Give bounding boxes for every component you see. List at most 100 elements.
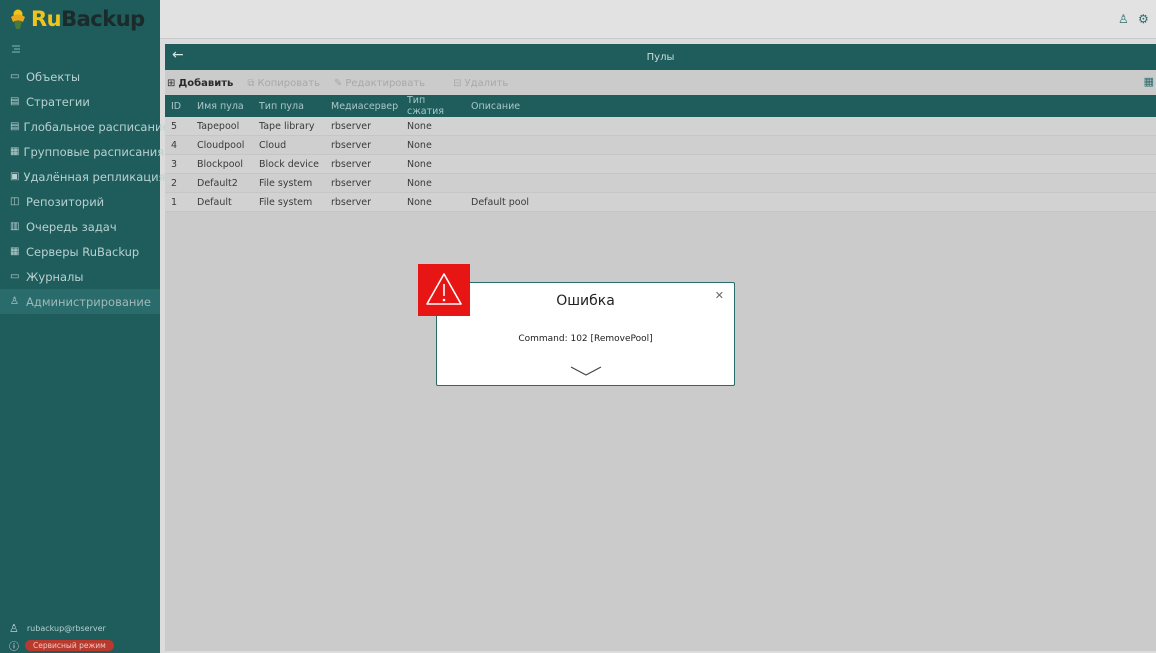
- panel-title: Пулы: [646, 51, 675, 63]
- sidebar-item-label: Глобальное расписание: [23, 119, 170, 134]
- sidebar-item-label: Удалённая репликация: [23, 169, 166, 184]
- sidebar-item-group-schedules[interactable]: ▦ Групповые расписания: [0, 139, 164, 164]
- edit-button[interactable]: ✎ Редактировать: [334, 78, 425, 89]
- cell-description: Default pool: [465, 192, 1156, 212]
- sidebar-item-administration[interactable]: ♙ Администрирование: [0, 289, 160, 314]
- sidebar-item-servers[interactable]: ▦ Серверы RuBackup: [0, 239, 160, 264]
- table-row[interactable]: 5 Tapepool Tape library rbserver None: [165, 117, 1156, 136]
- logo-backup-text: Backup: [61, 7, 145, 31]
- queue-icon: ▥: [10, 221, 20, 232]
- column-header-compression[interactable]: Тип сжатия: [401, 95, 465, 117]
- table-row[interactable]: 2 Default2 File system rbserver None: [165, 173, 1156, 193]
- service-mode-badge: Сервисный режим: [25, 640, 114, 651]
- sidebar-item-remote-replication[interactable]: ▣ Удалённая репликация: [0, 164, 165, 189]
- cell-description: [465, 173, 1156, 193]
- back-arrow-icon[interactable]: ←: [172, 47, 184, 63]
- cell-pool-name: Blockpool: [191, 154, 253, 174]
- cell-id: 3: [165, 154, 191, 174]
- add-icon: ⊞: [167, 77, 176, 89]
- edit-icon: ✎: [333, 77, 343, 89]
- cell-description: [465, 135, 1156, 155]
- user-profile-icon[interactable]: ♙: [1118, 12, 1129, 26]
- cell-id: 2: [165, 173, 191, 193]
- column-header-id[interactable]: ID: [165, 95, 191, 117]
- dialog-message: Command: 102 [RemovePool]: [518, 334, 653, 344]
- cell-pool-type: File system: [253, 173, 325, 193]
- repository-icon: ◫: [10, 196, 20, 207]
- settings-gear-icon[interactable]: ⚙: [1138, 12, 1149, 26]
- app-logo-text: RuBackup: [31, 7, 145, 31]
- admin-icon: ♙: [10, 296, 19, 307]
- delete-button[interactable]: ⊟ Удалить: [453, 78, 508, 89]
- chevron-down-icon[interactable]: [569, 363, 603, 377]
- rubackup-logo-icon: [8, 8, 28, 30]
- current-user: ♙ rubackup@rbserver: [9, 622, 106, 635]
- cell-pool-name: Tapepool: [191, 117, 253, 136]
- sidebar-item-global-schedule[interactable]: ▤ Глобальное расписание: [0, 114, 170, 139]
- cell-compression: None: [401, 117, 465, 136]
- sidebar-item-repository[interactable]: ◫ Репозиторий: [0, 189, 160, 214]
- copy-icon: ⧉: [247, 77, 255, 89]
- cell-description: [465, 117, 1156, 136]
- panel-header: ← Пулы: [165, 44, 1156, 70]
- cell-media-server: rbserver: [325, 154, 401, 174]
- delete-icon: ⊟: [453, 77, 462, 89]
- collapse-menu-icon[interactable]: [10, 43, 24, 57]
- cell-id: 1: [165, 192, 191, 212]
- user-icon: ♙: [9, 622, 19, 635]
- cell-pool-type: Block device: [253, 154, 325, 174]
- column-header-description[interactable]: Описание: [465, 95, 1156, 117]
- monitor-icon: ▭: [10, 71, 20, 82]
- cell-pool-name: Cloudpool: [191, 135, 253, 155]
- cell-pool-type: Cloud: [253, 135, 325, 155]
- cell-media-server: rbserver: [325, 117, 401, 136]
- cell-id: 5: [165, 117, 191, 136]
- sidebar-item-objects[interactable]: ▭ Объекты: [0, 64, 160, 89]
- copy-button[interactable]: ⧉ Копировать: [247, 78, 320, 89]
- sidebar-item-label: Серверы RuBackup: [26, 244, 140, 259]
- sidebar-item-label: Очередь задач: [26, 219, 117, 234]
- server-icon: ▦: [10, 246, 20, 257]
- top-bar: ♙ ⚙: [160, 0, 1156, 39]
- replication-icon: ▣: [10, 171, 20, 182]
- cell-pool-name: Default: [191, 192, 253, 212]
- cell-compression: None: [401, 154, 465, 174]
- pools-table: ID Имя пула Тип пула Медиасервер Тип сжа…: [165, 95, 1156, 212]
- service-mode-indicator: ⓘ Сервисный режим: [9, 638, 114, 653]
- cell-media-server: rbserver: [325, 173, 401, 193]
- edit-button-label: Редактировать: [345, 77, 426, 89]
- sidebar-item-strategies[interactable]: ▤ Стратегии: [0, 89, 160, 114]
- info-circle-icon: ⓘ: [9, 642, 19, 653]
- close-icon[interactable]: ✕: [715, 289, 724, 302]
- table-row[interactable]: 1 Default File system rbserver None Defa…: [165, 192, 1156, 212]
- sidebar-item-logs[interactable]: ▭ Журналы: [0, 264, 160, 289]
- column-header-pool-name[interactable]: Имя пула: [191, 95, 253, 117]
- sidebar-item-task-queue[interactable]: ▥ Очередь задач: [0, 214, 160, 239]
- sidebar: RuBackup ▭ Объекты ▤ Стратегии ▤ Глобальное…: [0, 0, 170, 653]
- column-settings-icon[interactable]: ▦: [1144, 75, 1154, 88]
- app-logo[interactable]: RuBackup: [8, 7, 153, 31]
- calendar-group-icon: ▦: [10, 146, 20, 157]
- sidebar-item-label: Стратегии: [26, 94, 90, 109]
- add-button-label: Добавить: [178, 77, 234, 89]
- copy-button-label: Копировать: [257, 77, 320, 89]
- sidebar-item-label: Объекты: [26, 69, 81, 84]
- delete-button-label: Удалить: [464, 77, 509, 89]
- table-header-row: ID Имя пула Тип пула Медиасервер Тип сжа…: [165, 95, 1156, 117]
- cell-media-server: rbserver: [325, 135, 401, 155]
- logo-ru-text: Ru: [31, 7, 62, 31]
- pools-toolbar: ⊞ Добавить ⧉ Копировать ✎ Редактировать ⊟ Уд…: [165, 74, 1156, 92]
- current-user-name: rubackup@rbserver: [26, 624, 106, 633]
- log-icon: ▭: [10, 271, 20, 282]
- add-button[interactable]: ⊞ Добавить: [167, 78, 233, 89]
- table-row[interactable]: 3 Blockpool Block device rbserver None: [165, 154, 1156, 174]
- cell-media-server: rbserver: [325, 192, 401, 212]
- column-header-media-server[interactable]: Медиасервер: [325, 95, 401, 117]
- sidebar-item-label: Администрирование: [26, 294, 151, 309]
- cell-compression: None: [401, 173, 465, 193]
- table-row[interactable]: 4 Cloudpool Cloud rbserver None: [165, 135, 1156, 155]
- sidebar-item-label: Групповые расписания: [23, 144, 165, 159]
- sidebar-nav: ▭ Объекты ▤ Стратегии ▤ Глобальное расписан…: [0, 64, 170, 314]
- column-header-pool-type[interactable]: Тип пула: [253, 95, 325, 117]
- cell-pool-name: Default2: [191, 173, 253, 193]
